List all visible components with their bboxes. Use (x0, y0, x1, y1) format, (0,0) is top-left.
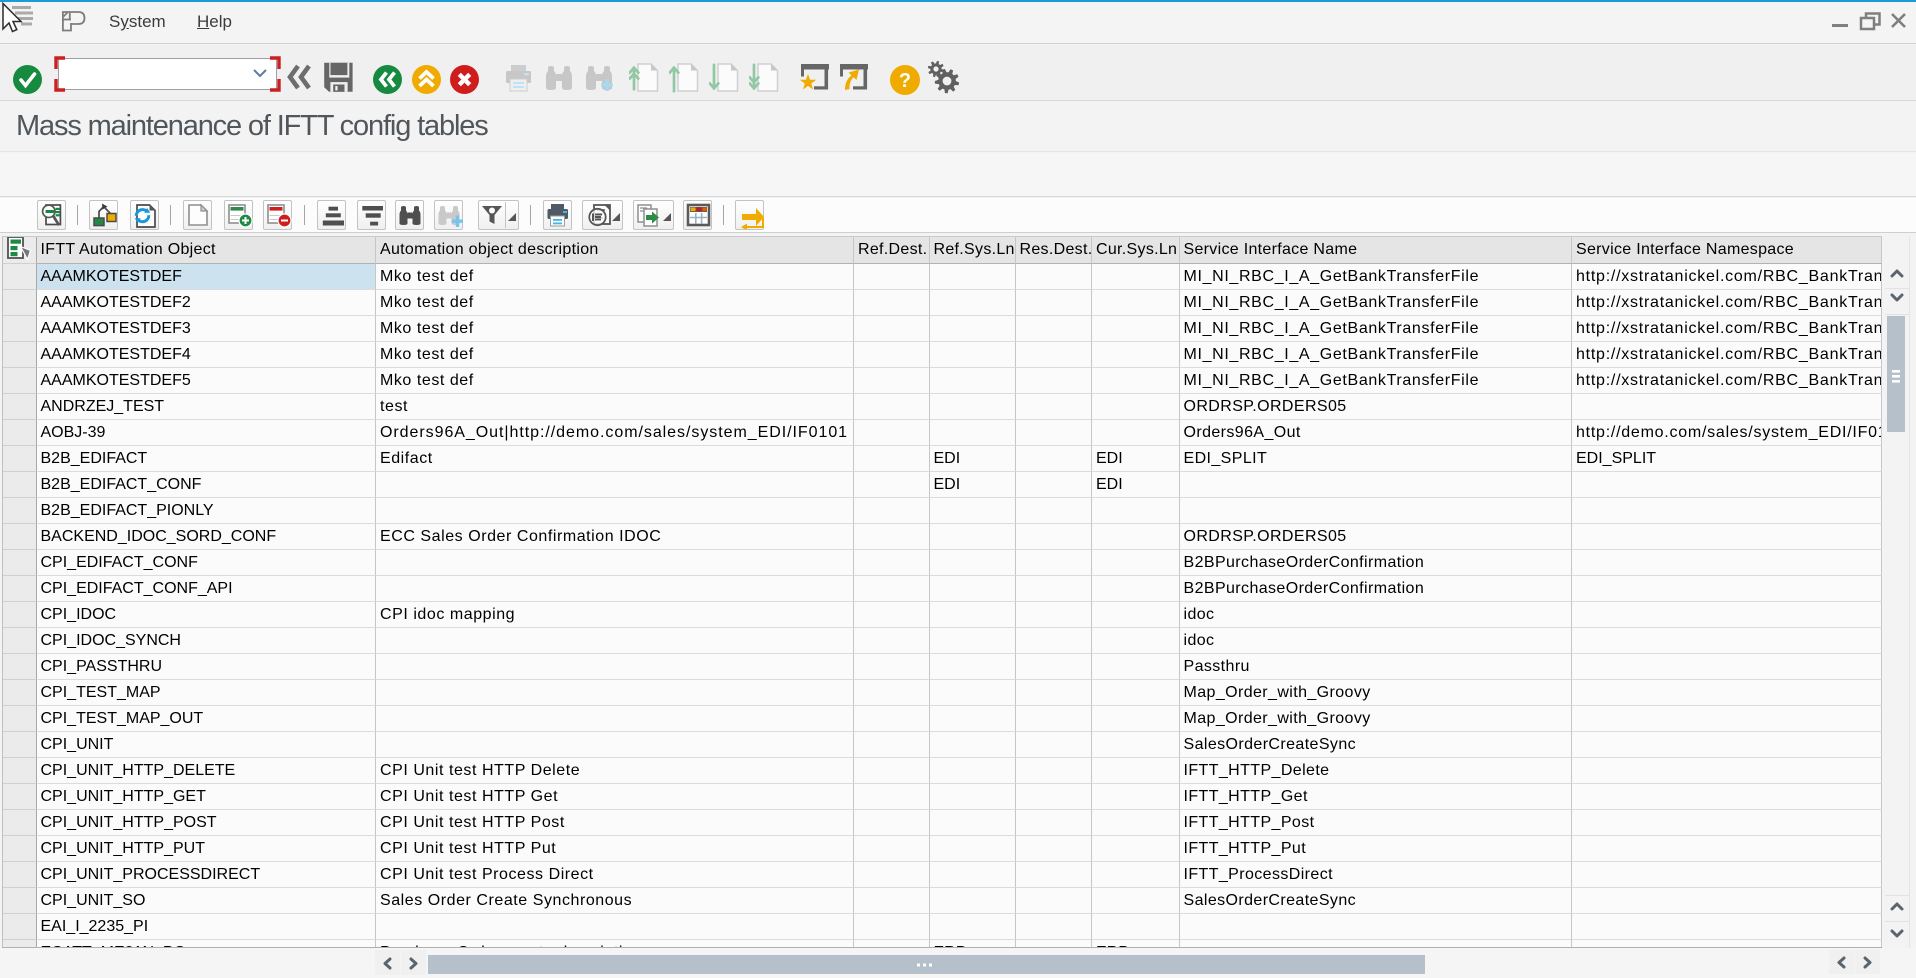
svg-text:?: ? (899, 70, 911, 92)
